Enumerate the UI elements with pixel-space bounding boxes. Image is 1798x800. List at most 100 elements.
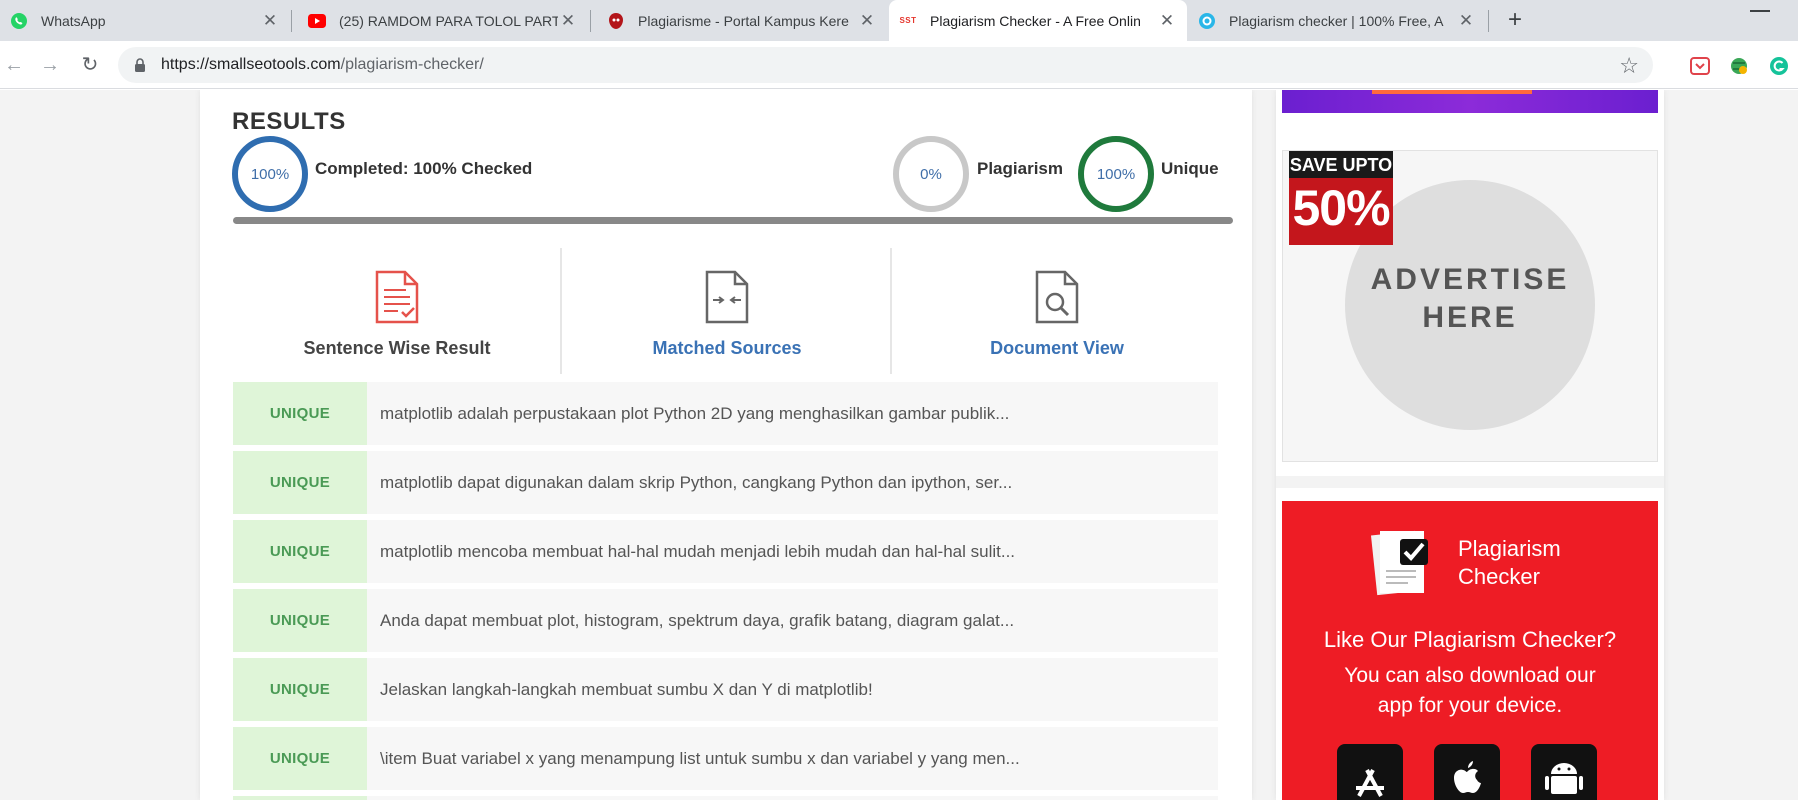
sentence-text: \item Buat variabel x yang menampung lis… [380,749,1020,768]
bookmark-star-icon[interactable]: ☆ [1619,53,1639,79]
sidebar-gap [1276,476,1664,488]
tab-title: Plagiarism checker | 100% Free, A [1229,12,1444,29]
checker-icon [1198,12,1216,30]
back-icon[interactable]: ← [0,51,28,79]
app-promo-ad[interactable]: Plagiarism Checker Like Our Plagiarism C… [1282,501,1658,800]
unique-tag: UNIQUE [233,382,367,445]
globe-extension-icon[interactable] [1728,55,1750,77]
plagiarism-checker-logo-icon [1370,530,1428,596]
tab-title: WhatsApp [41,12,106,29]
url-text: https://smallseotools.com/plagiarism-che… [161,56,484,74]
sst-icon: SST [899,12,917,30]
unique-tag: UNIQUE [233,589,367,652]
portal-icon [607,12,625,30]
app-store-icon[interactable] [1337,744,1403,800]
unique-pct: 100% [1096,165,1136,183]
save-percent: 50% [1292,180,1390,236]
banner-stripe [1372,90,1532,94]
minimize-button[interactable] [1750,10,1770,12]
plagiarism-label: Plagiarism [977,159,1063,178]
close-icon[interactable]: ✕ [1456,11,1476,31]
sentence-text: matplotlib dapat digunakan dalam skrip P… [380,473,1013,492]
save-upto-label: SAVE UPTO [1289,151,1393,178]
tab-plagiarism-checker-active[interactable]: SST Plagiarism Checker - A Free Onlin ✕ [889,0,1187,41]
unique-tag: UNIQUE [233,520,367,583]
promo-heading: Like Our Plagiarism Checker? [1323,627,1617,652]
forward-icon[interactable]: → [36,51,64,79]
reload-icon[interactable]: ↻ [76,51,104,79]
promo-subtext: You can also download our app for your d… [1282,661,1658,721]
new-tab-button[interactable]: + [1500,6,1530,36]
document-search-icon [1035,270,1079,324]
apple-icon[interactable] [1434,744,1500,800]
tab-youtube[interactable]: (25) RAMDOM PARA TOLOL PART ✕ [298,0,588,41]
pocket-extension-icon[interactable] [1689,55,1711,77]
sentence-text: Anda dapat membuat plot, histogram, spek… [380,611,1015,630]
tab-title: Plagiarism Checker - A Free Onlin [930,12,1141,29]
result-row[interactable]: UNIQUE matplotlib mencoba membuat hal-ha… [233,520,1218,583]
tab-divider [590,10,591,32]
close-icon[interactable]: ✕ [558,11,578,31]
promo-sub-line2: app for your device. [1377,694,1563,717]
tab-label: Sentence Wise Result [303,338,491,358]
unique-tag: UNIQUE [233,658,367,721]
page-content: RESULTS 100% Completed: 100% Checked 0% … [0,90,1798,800]
url-path: /plagiarism-checker/ [340,56,484,73]
close-icon[interactable]: ✕ [260,11,280,31]
progress-bar [233,217,1233,224]
plagiarism-pct: 0% [920,165,942,183]
promo-brand-line1: Plagiarism [1458,536,1561,561]
promo-brand: Plagiarism Checker [1458,535,1561,591]
unique-circle: 100% [1078,136,1154,212]
unique-tag: UNIQUE [233,451,367,514]
tab-divider [1488,10,1489,32]
document-compare-icon [705,270,749,324]
close-icon[interactable]: ✕ [857,11,877,31]
unique-label: Unique [1161,159,1219,178]
result-tabs: Sentence Wise Result Matched Sources Doc… [232,248,1217,374]
result-row[interactable]: UNIQUE Jelaskan langkah-langkah membuat … [233,658,1218,721]
lock-icon [135,58,145,72]
sentence-text: Jelaskan langkah-langkah membuat sumbu X… [380,680,873,699]
youtube-icon [308,12,326,30]
sentence-text: matplotlib mencoba membuat hal-hal mudah… [380,542,1016,561]
tab-plagiarism-checker-2[interactable]: Plagiarism checker | 100% Free, A ✕ [1188,0,1486,41]
tab-whatsapp[interactable]: WhatsApp ✕ [0,0,290,41]
whatsapp-icon [10,12,28,30]
completed-label: Completed: 100% Checked [315,159,533,178]
tab-title: (25) RAMDOM PARA TOLOL PART [339,12,558,29]
tab-document-view[interactable]: Document View [892,248,1222,374]
result-row-partial [233,796,1218,800]
sst-icon-label: SST [899,16,917,25]
advertise-here-ad[interactable]: ADVERTISE HERE SAVE UPTO 50% [1282,150,1658,462]
tab-sentence-wise-result[interactable]: Sentence Wise Result [232,248,562,374]
address-bar[interactable]: https://smallseotools.com/plagiarism-che… [118,47,1653,83]
tab-title: Plagiarisme - Portal Kampus Kere [638,12,849,29]
promo-brand-line2: Checker [1458,564,1540,589]
tab-label: Document View [990,338,1124,358]
result-row[interactable]: UNIQUE Anda dapat membuat plot, histogra… [233,589,1218,652]
results-title: RESULTS [232,108,346,135]
document-check-icon [375,270,419,324]
advertise-text: ADVERTISE HERE [1283,261,1657,337]
plagiarism-circle: 0% [893,136,969,212]
result-row[interactable]: UNIQUE matplotlib adalah perpustakaan pl… [233,382,1218,445]
grammarly-extension-icon[interactable] [1768,55,1790,77]
unique-tag: UNIQUE [233,727,367,790]
result-row[interactable]: UNIQUE \item Buat variabel x yang menamp… [233,727,1218,790]
tab-matched-sources[interactable]: Matched Sources [562,248,892,374]
tab-portal[interactable]: Plagiarisme - Portal Kampus Kere ✕ [597,0,887,41]
unique-tag-partial [233,796,367,800]
result-row[interactable]: UNIQUE matplotlib dapat digunakan dalam … [233,451,1218,514]
promo-sub-line1: You can also download our [1344,664,1596,687]
completed-circle: 100% [232,136,308,212]
results-card: RESULTS 100% Completed: 100% Checked 0% … [200,90,1252,800]
sidebar: ADVERTISE HERE SAVE UPTO 50% Plagiarism … [1276,90,1664,800]
android-icon[interactable] [1531,744,1597,800]
save-badge: SAVE UPTO 50% [1289,151,1393,245]
url-host: https://smallseotools.com [161,56,341,73]
address-toolbar: ← → ↻ https://smallseotools.com/plagiari… [0,41,1798,89]
close-icon[interactable]: ✕ [1157,11,1177,31]
tab-divider [291,10,292,32]
purple-banner-ad[interactable] [1282,90,1658,113]
